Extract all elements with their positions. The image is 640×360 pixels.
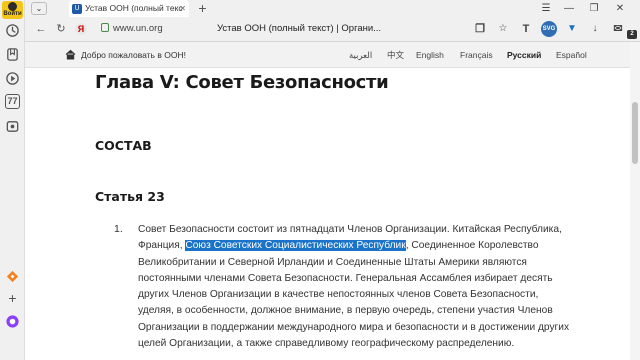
article-paragraph: Совет Безопасности состоит из пятнадцати… — [138, 222, 570, 352]
sidebar: Войти 77 + — [0, 0, 25, 360]
add-icon[interactable]: + — [4, 290, 21, 307]
selected-text[interactable]: Союз Советских Социалистических Республи… — [185, 240, 406, 252]
bookmark-icon[interactable] — [4, 46, 21, 63]
back-icon[interactable]: ← — [33, 21, 49, 37]
bookmark-star-icon[interactable]: ☆ — [495, 21, 511, 37]
chevron-down-icon: ⌄ — [31, 2, 47, 15]
lang-spanish[interactable]: Español — [556, 42, 587, 68]
tab-un-charter[interactable]: U Устав ООН (полный текс ✕ — [69, 0, 189, 17]
close-tab-icon[interactable]: ✕ — [179, 0, 186, 17]
yandex-icon[interactable]: Я — [73, 21, 89, 37]
new-tab-button[interactable]: + — [195, 1, 210, 16]
play-icon[interactable] — [4, 70, 21, 87]
home-icon[interactable] — [65, 49, 76, 60]
svg-extension-icon[interactable]: SVG — [541, 21, 557, 37]
tab-group-dropdown[interactable]: ⌄ — [31, 0, 57, 17]
reader-mode-icon[interactable]: ❐ — [472, 21, 488, 37]
lang-chinese[interactable]: 中文 — [387, 42, 404, 68]
site-header: Добро пожаловать в ООН! العربية 中文 Engli… — [25, 42, 640, 68]
tabs-menu-icon[interactable]: ☰ — [538, 0, 554, 17]
tab-title: Устав ООН (полный текс — [85, 3, 183, 13]
login-label: Войти — [3, 11, 22, 17]
close-button[interactable]: ✕ — [611, 0, 629, 17]
collections-icon[interactable] — [4, 118, 21, 135]
list-item-number: 1. — [114, 223, 123, 235]
welcome-text[interactable]: Добро пожаловать в ООН! — [81, 42, 186, 68]
history-icon[interactable] — [4, 22, 21, 39]
notification-badge: 2 — [627, 30, 637, 39]
extensions-icon[interactable]: ✉ — [610, 21, 626, 37]
url-text: www.un.org — [113, 23, 163, 34]
login-button[interactable]: Войти — [2, 1, 23, 19]
avatar-icon — [8, 2, 17, 11]
tab-bar: ⌄ U Устав ООН (полный текс ✕ + ☰ — ❐ ✕ — [25, 0, 640, 17]
url-field[interactable]: www.un.org — [101, 20, 213, 38]
games-icon[interactable] — [4, 268, 21, 285]
paragraph-text-after: , Соединенное Королевство Великобритании… — [138, 240, 570, 350]
minimize-button[interactable]: — — [560, 0, 578, 17]
scrollbar[interactable] — [630, 42, 640, 360]
reload-icon[interactable]: ↻ — [53, 21, 69, 37]
chapter-title: Глава V: Совет Безопасности — [95, 72, 389, 93]
alice-icon[interactable] — [4, 313, 21, 330]
lang-french[interactable]: Français — [460, 42, 493, 68]
downloads-icon[interactable]: ↓ — [587, 21, 603, 37]
shield-icon[interactable]: ▼ — [564, 21, 580, 37]
translate-icon[interactable]: T — [518, 21, 534, 37]
browser-window: Войти 77 + ⌄ U Устав ООН (полный текс ✕ … — [0, 0, 640, 360]
lang-english[interactable]: English — [416, 42, 444, 68]
lang-russian[interactable]: Русский — [507, 42, 541, 68]
scrollbar-thumb[interactable] — [632, 102, 638, 164]
page-content: Глава V: Совет Безопасности СОСТАВ Стать… — [25, 68, 640, 360]
page-title-in-address: Устав ООН (полный текст) | Органи... — [217, 23, 382, 34]
lang-arabic[interactable]: العربية — [349, 42, 372, 68]
article-title: Статья 23 — [95, 189, 165, 204]
lock-icon — [101, 23, 109, 32]
seventy-seven-icon[interactable]: 77 — [5, 94, 20, 109]
section-title: СОСТАВ — [95, 138, 152, 153]
un-favicon-icon: U — [72, 4, 82, 14]
restore-button[interactable]: ❐ — [585, 0, 603, 17]
address-bar: ← ↻ Я www.un.org Устав ООН (полный текст… — [25, 17, 640, 42]
